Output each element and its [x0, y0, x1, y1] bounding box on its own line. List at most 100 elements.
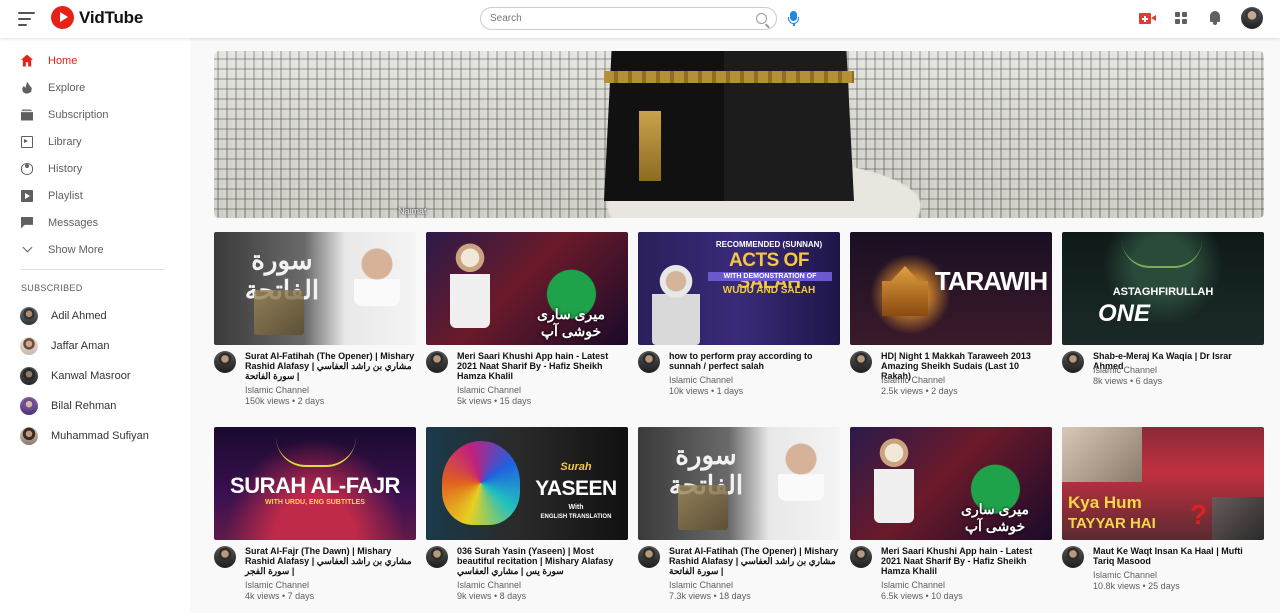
- video-title[interactable]: Surat Al-Fatihah (The Opener) | Mishary …: [669, 546, 839, 576]
- video-thumbnail[interactable]: TARAWIH: [850, 232, 1052, 345]
- video-thumbnail[interactable]: Surah YASEEN With ENGLISH TRANSLATION: [426, 427, 628, 540]
- sidebar-item-subscription[interactable]: Subscription: [0, 101, 190, 128]
- avatar: [20, 337, 38, 355]
- sidebar-item-explore[interactable]: Explore: [0, 74, 190, 101]
- sidebar-item-home[interactable]: Home: [0, 47, 190, 74]
- video-title[interactable]: Surat Al-Fatihah (The Opener) | Mishary …: [245, 351, 415, 381]
- video-thumbnail[interactable]: ASTAGHFIRULLAH ONE: [1062, 232, 1264, 345]
- create-video-icon[interactable]: [1139, 13, 1156, 24]
- video-title[interactable]: Meri Saari Khushi App hain - Latest 2021…: [881, 546, 1051, 576]
- channel-name[interactable]: Islamic Channel: [245, 385, 309, 395]
- quran-book: [678, 485, 728, 530]
- video-stats: 8k views • 6 days: [1093, 376, 1163, 386]
- channel-name[interactable]: Islamic Channel: [1093, 365, 1157, 375]
- thumbnail-photo: [1212, 497, 1264, 540]
- sidebar: Home Explore Subscription Library Histor…: [0, 38, 190, 613]
- video-stats: 6.5k views • 10 days: [881, 591, 963, 601]
- channel-avatar[interactable]: [426, 351, 448, 373]
- notifications-icon[interactable]: [1209, 11, 1221, 25]
- thumbnail-title: TARAWIH: [934, 266, 1048, 296]
- video-thumbnail[interactable]: سورة الفاتحة: [638, 427, 840, 540]
- channel-avatar[interactable]: [850, 351, 872, 373]
- reciter-photo: [778, 441, 824, 501]
- quran-book: [254, 290, 304, 335]
- chevron-down-icon: [22, 242, 33, 253]
- sidebar-item-library[interactable]: Library: [0, 128, 190, 155]
- thumbnail-text: Kya Hum: [1068, 493, 1142, 512]
- channel-name[interactable]: Islamic Channel: [245, 580, 309, 590]
- subscription-item[interactable]: Jaffar Aman: [0, 333, 190, 359]
- subscription-item[interactable]: Bilal Rehman: [0, 393, 190, 419]
- sidebar-item-label: Explore: [48, 81, 86, 94]
- video-thumbnail[interactable]: RECOMMENDED (SUNNAN) ACTS OF SALAH WITH …: [638, 232, 840, 345]
- sidebar-item-label: Home: [48, 54, 78, 67]
- history-icon: [21, 162, 33, 175]
- sidebar-item-messages[interactable]: Messages: [0, 209, 190, 236]
- reciter-photo: [354, 246, 400, 306]
- channel-name[interactable]: Islamic Channel: [881, 580, 945, 590]
- logo[interactable]: VidTube: [51, 6, 143, 29]
- channel-avatar[interactable]: [850, 546, 872, 568]
- video-thumbnail[interactable]: Kya Hum TAYYAR HAI ?: [1062, 427, 1264, 540]
- subscription-item[interactable]: Kanwal Masroor: [0, 363, 190, 389]
- thumbnail-text: RECOMMENDED (SUNNAN): [715, 240, 823, 249]
- user-avatar[interactable]: [1241, 7, 1263, 29]
- video-thumbnail[interactable]: میری ساری خوشی آپ: [426, 232, 628, 345]
- thumbnail-title: ONE: [1097, 300, 1150, 327]
- singer-photo: [874, 433, 914, 523]
- calligraphy-art: [276, 437, 356, 467]
- explore-icon: [22, 81, 32, 94]
- channel-name[interactable]: Islamic Channel: [669, 580, 733, 590]
- speaker-photo: [652, 260, 700, 345]
- video-title[interactable]: Surat Al-Fajr (The Dawn) | Mishary Rashi…: [245, 546, 415, 576]
- singer-photo: [450, 238, 490, 328]
- menu-icon[interactable]: [18, 12, 35, 26]
- channel-avatar[interactable]: [638, 546, 660, 568]
- sidebar-item-history[interactable]: History: [0, 155, 190, 182]
- thumbnail-text: ASTAGHFIRULLAH: [1112, 286, 1214, 298]
- sidebar-item-label: Playlist: [48, 189, 83, 202]
- video-thumbnail[interactable]: سورة الفاتحة: [214, 232, 416, 345]
- channel-name[interactable]: Islamic Channel: [669, 375, 733, 385]
- avatar: [20, 307, 38, 325]
- thumbnail-text: WITH DEMONSTRATION OF: [708, 272, 832, 281]
- mosque-illustration: [882, 266, 928, 316]
- apps-icon[interactable]: [1175, 12, 1187, 24]
- top-bar: VidTube: [0, 0, 1280, 38]
- subscription-item[interactable]: Muhammad Sufiyan: [0, 423, 190, 449]
- search-icon[interactable]: [756, 13, 767, 24]
- channel-avatar[interactable]: [1062, 546, 1084, 568]
- channel-name[interactable]: Islamic Channel: [457, 385, 521, 395]
- video-stats: 4k views • 7 days: [245, 591, 315, 601]
- video-stats: 10k views • 1 days: [669, 386, 744, 396]
- play-logo-icon: [51, 6, 74, 29]
- library-icon: [21, 135, 33, 148]
- channel-avatar[interactable]: [214, 546, 236, 568]
- sidebar-item-playlist[interactable]: Playlist: [0, 182, 190, 209]
- mic-icon[interactable]: [788, 11, 799, 26]
- kaaba-door: [639, 111, 661, 181]
- sidebar-divider: [21, 269, 164, 270]
- video-title[interactable]: Maut Ke Waqt Insan Ka Haal | Mufti Tariq…: [1093, 546, 1263, 566]
- channel-name[interactable]: Islamic Channel: [881, 375, 945, 385]
- thumbnail-text: WITH URDU, ENG SUBTITLES: [265, 499, 365, 506]
- channel-avatar[interactable]: [638, 351, 660, 373]
- search-input[interactable]: [490, 13, 750, 24]
- thumbnail-text: Surah: [560, 461, 592, 473]
- avatar: [20, 427, 38, 445]
- channel-avatar[interactable]: [1062, 351, 1084, 373]
- video-title[interactable]: Meri Saari Khushi App hain - Latest 2021…: [457, 351, 627, 381]
- video-title[interactable]: how to perform pray according to sunnah …: [669, 351, 839, 371]
- sidebar-item-label: Library: [48, 135, 82, 148]
- video-thumbnail[interactable]: SURAH AL-FAJR WITH URDU, ENG SUBTITLES: [214, 427, 416, 540]
- channel-name[interactable]: Islamic Channel: [1093, 570, 1157, 580]
- channel-avatar[interactable]: [426, 546, 448, 568]
- subscription-item[interactable]: Adil Ahmed: [0, 303, 190, 329]
- featured-banner[interactable]: Naimat: [214, 51, 1264, 218]
- video-title[interactable]: 036 Surah Yasin (Yaseen) | Most beautifu…: [457, 546, 627, 576]
- sidebar-item-show-more[interactable]: Show More: [0, 236, 190, 263]
- video-stats: 10.8k views • 25 days: [1093, 581, 1180, 591]
- channel-avatar[interactable]: [214, 351, 236, 373]
- channel-name[interactable]: Islamic Channel: [457, 580, 521, 590]
- video-thumbnail[interactable]: میری ساری خوشی آپ: [850, 427, 1052, 540]
